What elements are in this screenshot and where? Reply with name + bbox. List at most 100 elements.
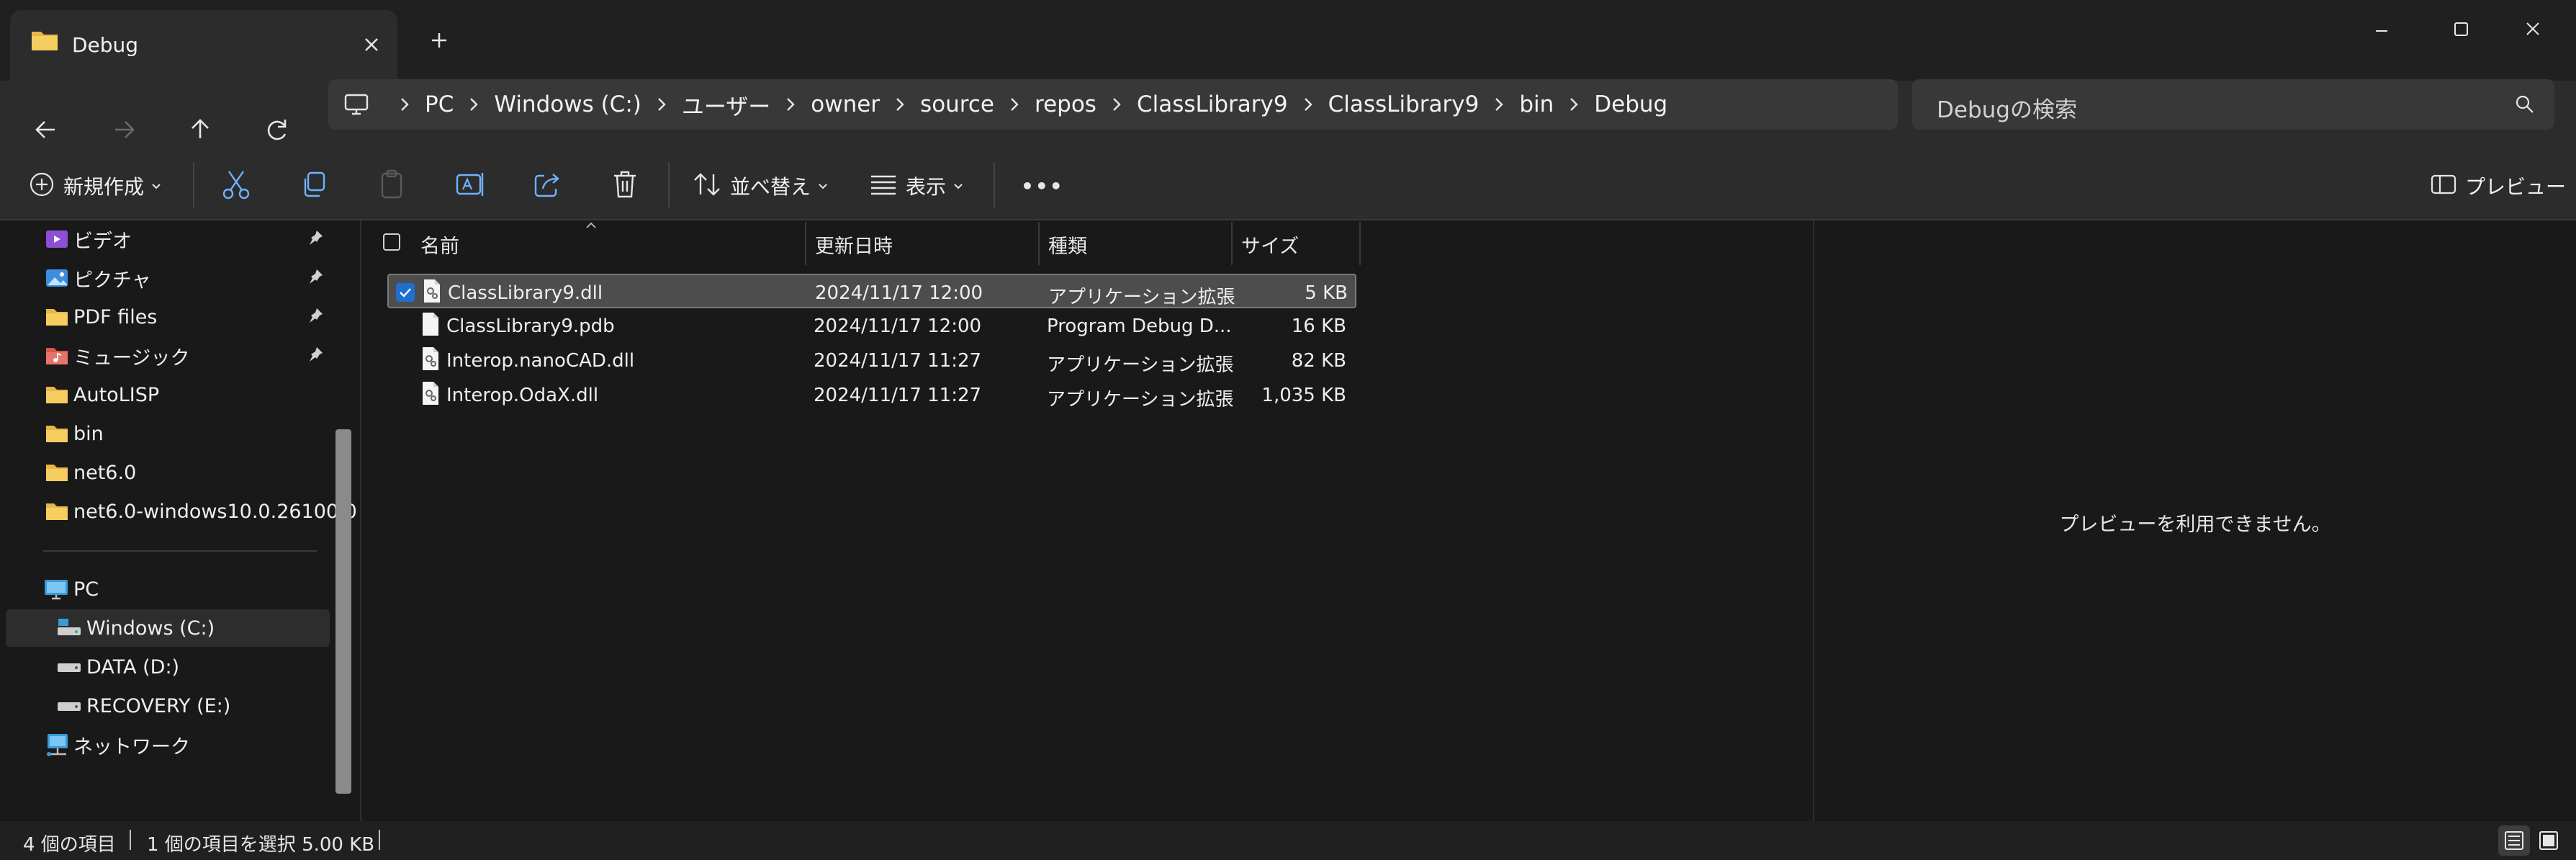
pin-icon[interactable] [307,346,324,366]
file-name: ClassLibrary9.dll [448,282,603,304]
sidebar-item-data-d[interactable]: DATA (D:) [0,648,331,686]
tab-debug[interactable]: Debug [10,10,397,81]
breadcrumb-classlibrary9-project[interactable]: ClassLibrary9 [1328,91,1480,117]
sidebar-item-pc[interactable]: PC [0,570,331,608]
file-list: 名前 更新日時 種類 サイズ ClassLibrary9.dll 2024/11… [361,220,1814,821]
minimize-icon[interactable] [2353,7,2410,50]
table-row[interactable]: ClassLibrary9.pdb 2024/11/17 12:00 Progr… [387,308,1356,343]
column-header-row: 名前 更新日時 種類 サイズ [361,220,1362,265]
table-row[interactable]: Interop.nanoCAD.dll 2024/11/17 11:27 アプリ… [387,343,1356,377]
column-modified[interactable]: 更新日時 [815,230,893,259]
address-bar[interactable]: PC Windows (C:) ユーザー owner source repos … [328,79,1898,130]
status-divider [130,830,131,850]
sidebar-item-network[interactable]: ネットワーク [0,726,331,763]
chevron-right-icon[interactable] [454,79,494,130]
chevron-down-icon [953,179,963,193]
sidebar-item-music[interactable]: ミュージック [0,337,331,375]
sidebar-item-pictures[interactable]: ピクチャ [0,259,331,297]
column-divider[interactable] [1231,222,1233,265]
column-type[interactable]: 種類 [1048,230,1087,259]
toolbar-divider [193,163,194,207]
paste-button[interactable] [377,167,406,205]
breadcrumb-owner[interactable]: owner [811,91,880,117]
search-placeholder: Debugの検索 [1937,97,2077,123]
sidebar-item-label: net6.0 [73,461,137,484]
breadcrumb-source[interactable]: source [920,91,994,117]
breadcrumb-windows-c[interactable]: Windows (C:) [494,91,641,117]
select-all-checkbox[interactable] [383,233,400,251]
new-label: 新規作成 [63,175,145,199]
sidebar-item-label: Windows (C:) [86,617,215,640]
chevron-right-icon[interactable] [1096,79,1137,130]
breadcrumb-debug[interactable]: Debug [1594,91,1667,117]
file-icon [420,311,441,340]
chevron-down-icon [818,179,828,193]
chevron-right-icon[interactable] [880,79,920,130]
column-divider[interactable] [805,222,806,265]
breadcrumb-classlibrary9[interactable]: ClassLibrary9 [1137,91,1288,117]
preview-pane-icon [2431,174,2456,198]
chevron-right-icon[interactable] [1479,79,1519,130]
pin-icon[interactable] [307,268,324,288]
pin-icon[interactable] [307,229,324,249]
share-icon [533,170,562,202]
toolbar-divider [668,163,670,207]
sidebar-item-recovery-e[interactable]: RECOVERY (E:) [0,687,331,725]
sidebar-item-net6-windows[interactable]: net6.0-windows10.0.26100.0 [0,493,357,530]
new-tab-icon[interactable] [423,24,455,56]
file-type: アプリケーション拡張 [1047,389,1234,411]
chevron-right-icon[interactable] [384,79,425,130]
column-size[interactable]: サイズ [1241,230,1299,259]
search-input[interactable]: Debugの検索 [1912,79,2554,130]
delete-button[interactable] [611,167,639,205]
breadcrumb-pc[interactable]: PC [425,91,454,117]
breadcrumb-users[interactable]: ユーザー [682,89,770,121]
sidebar-item-label: AutoLISP [73,383,160,406]
sort-button[interactable]: 並べ替え [693,167,828,205]
sidebar-item-pdf-files[interactable]: PDF files [0,298,331,336]
maximize-icon[interactable] [2432,7,2490,50]
sidebar-item-label: DATA (D:) [86,655,180,678]
preview-pane-button[interactable]: プレビュー [2431,167,2566,205]
file-modified: 2024/11/17 12:00 [815,282,983,304]
close-window-icon[interactable] [2504,7,2562,50]
file-type: アプリケーション拡張 [1048,287,1235,308]
chevron-right-icon[interactable] [1288,79,1328,130]
column-divider[interactable] [1359,222,1361,265]
cut-button[interactable] [222,167,251,205]
breadcrumb-bin[interactable]: bin [1519,91,1554,117]
dll-file-icon [422,278,442,307]
network-icon [43,733,71,757]
breadcrumb-repos[interactable]: repos [1035,91,1096,117]
sidebar-item-videos[interactable]: ビデオ [0,220,331,258]
table-row[interactable]: ClassLibrary9.dll 2024/11/17 12:00 アプリケー… [387,274,1356,308]
sidebar-item-label: ミュージック [73,346,190,369]
sidebar-item-label: net6.0-windows10.0.26100.0 [73,500,357,523]
rename-button[interactable] [455,167,485,205]
more-options-button[interactable]: ••• [1021,167,1064,205]
view-button[interactable]: 表示 [870,167,963,205]
chevron-right-icon[interactable] [1554,79,1594,130]
share-button[interactable] [533,167,562,205]
chevron-right-icon[interactable] [994,79,1035,130]
close-tab-icon[interactable] [356,29,387,61]
row-checkbox[interactable] [396,283,415,302]
pin-icon[interactable] [307,307,324,327]
sidebar-item-net6[interactable]: net6.0 [0,454,331,491]
chevron-right-icon[interactable] [770,79,811,130]
new-button[interactable]: 新規作成 [29,167,161,205]
status-divider [379,830,380,850]
table-row[interactable]: Interop.OdaX.dll 2024/11/17 11:27 アプリケーシ… [387,377,1356,412]
column-name[interactable]: 名前 [420,230,459,259]
chevron-down-icon [151,179,161,193]
search-icon[interactable] [2514,94,2536,118]
copy-button[interactable] [300,167,328,205]
sidebar-item-autolisp[interactable]: AutoLISP [0,376,331,413]
details-view-button[interactable] [2498,825,2530,856]
tiles-view-button[interactable] [2533,825,2564,856]
sidebar-scrollbar[interactable] [335,429,351,794]
sidebar-item-windows-c[interactable]: Windows (C:) [6,609,330,647]
chevron-right-icon[interactable] [641,79,682,130]
sidebar-item-bin[interactable]: bin [0,415,331,452]
column-divider[interactable] [1038,222,1040,265]
